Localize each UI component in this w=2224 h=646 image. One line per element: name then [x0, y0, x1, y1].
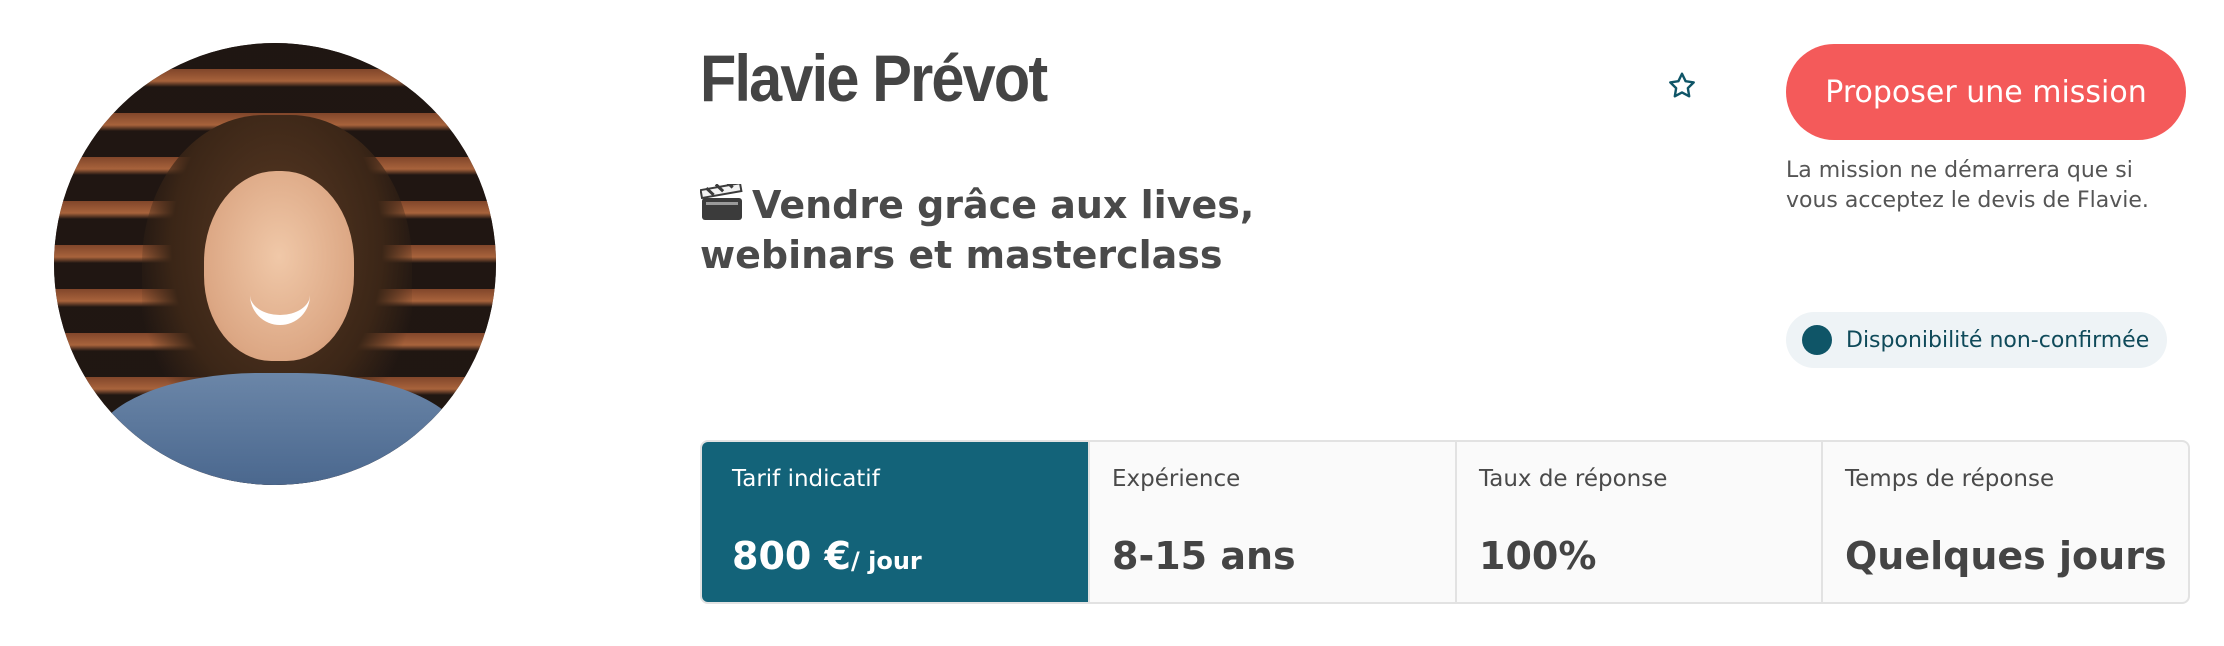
stat-label: Temps de réponse — [1845, 466, 2055, 492]
clapperboard-icon — [700, 184, 743, 220]
stat-value: 800 €/ jour — [732, 534, 922, 578]
stat-value: 100% — [1479, 534, 1597, 578]
stat-experience: Expérience 8-15 ans — [1088, 442, 1455, 602]
photo-face — [204, 171, 354, 361]
propose-mission-button[interactable]: Proposer une mission — [1786, 44, 2186, 140]
availability-badge: Disponibilité non-confirmée — [1786, 312, 2168, 368]
headline-text: Vendre grâce aux lives, webinars et mast… — [700, 183, 1255, 277]
availability-label: Disponibilité non-confirmée — [1846, 327, 2150, 353]
stat-response-time: Temps de réponse Quelques jours — [1821, 442, 2184, 602]
stat-label: Taux de réponse — [1479, 466, 1668, 492]
stat-label: Expérience — [1112, 466, 1241, 492]
profile-photo — [54, 43, 496, 485]
availability-dot-icon — [1802, 325, 1832, 355]
stat-value: 8-15 ans — [1112, 534, 1296, 578]
rate-unit: / jour — [851, 547, 922, 575]
star-outline-icon — [1669, 72, 1695, 98]
stat-response-rate: Taux de réponse 100% — [1455, 442, 1821, 602]
rate-amount: 800 € — [732, 534, 851, 578]
stats-panel: Tarif indicatif 800 €/ jour Expérience 8… — [700, 440, 2190, 604]
profile-name: Flavie Prévot — [700, 41, 1048, 115]
mission-note: La mission ne démarrera que si vous acce… — [1786, 158, 2149, 213]
profile-headline: Vendre grâce aux lives, webinars et mast… — [700, 180, 1460, 280]
stat-value: Quelques jours — [1845, 534, 2167, 578]
stat-rate: Tarif indicatif 800 €/ jour — [702, 442, 1088, 602]
favorite-button[interactable] — [1662, 66, 1702, 106]
stat-label: Tarif indicatif — [732, 466, 880, 492]
